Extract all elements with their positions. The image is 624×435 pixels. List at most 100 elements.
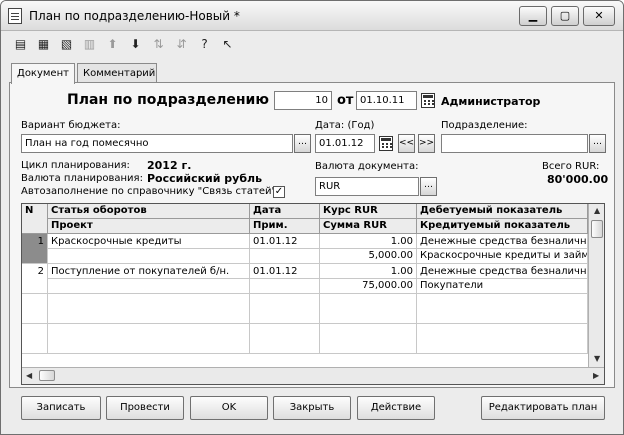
close-window-button[interactable]: ✕	[583, 6, 615, 26]
doc-number-field[interactable]: 10	[274, 91, 332, 110]
budget-label: Вариант бюджета:	[21, 120, 121, 131]
empty-row-cell	[22, 294, 48, 324]
row-2-credit[interactable]: Покупатели	[417, 279, 588, 294]
minimize-button[interactable]: ▁	[519, 6, 547, 26]
scroll-left-icon[interactable]: ◀	[26, 371, 32, 380]
date-year-label: Дата: (Год)	[315, 120, 375, 131]
sort-asc-icon[interactable]: ⇅	[149, 34, 168, 54]
department-select-button[interactable]: …	[589, 134, 606, 153]
edit-row-icon[interactable]: ▥	[80, 34, 99, 54]
document-window: План по подразделению-Новый * ▁ ▢ ✕ ▤ ▦ …	[0, 0, 624, 435]
doc-title-label: План по подразделению №	[67, 92, 291, 108]
doc-currency-field[interactable]: RUR	[315, 177, 419, 196]
close-button[interactable]: Закрыть	[273, 396, 351, 420]
vertical-scrollbar[interactable]: ▲ ▼	[588, 204, 604, 367]
maximize-button[interactable]: ▢	[551, 6, 579, 26]
tab-comment[interactable]: Комментарий	[77, 63, 157, 83]
doc-date-field[interactable]: 01.10.11	[356, 91, 417, 110]
vertical-scroll-thumb[interactable]	[591, 220, 603, 238]
empty-row-cell	[250, 324, 320, 354]
ok-button[interactable]: OK	[190, 396, 268, 420]
horizontal-scroll-thumb[interactable]	[39, 370, 55, 381]
action-button[interactable]: Действие	[357, 396, 435, 420]
scroll-right-icon[interactable]: ▶	[593, 371, 599, 380]
row-1-sum[interactable]: 5,000.00	[320, 249, 417, 264]
department-label: Подразделение:	[441, 120, 528, 131]
col-header-debit[interactable]: Дебетуемый показатель	[417, 204, 588, 219]
date-year-field[interactable]: 01.01.12	[315, 134, 375, 153]
row-1-article[interactable]: Краскосрочные кредиты	[48, 234, 250, 249]
move-down-icon[interactable]: ⬇	[126, 34, 145, 54]
col-header-date[interactable]: Дата	[250, 204, 320, 219]
document-icon	[8, 8, 22, 24]
empty-row-cell	[417, 294, 588, 324]
prev-year-button[interactable]: <<	[398, 134, 415, 153]
col-header-note[interactable]: Прим.	[250, 219, 320, 234]
autofill-label: Автозаполнение по справочнику "Связь ста…	[21, 186, 280, 197]
autofill-checkbox[interactable]: ✓	[273, 186, 285, 198]
user-label: Администратор	[441, 95, 541, 108]
plan-table[interactable]: N Статья оборотов Дата Курс RUR Дебетуем…	[21, 203, 605, 385]
ellipsis-icon: …	[298, 137, 307, 147]
save-button[interactable]: Записать	[21, 396, 101, 420]
empty-row-cell	[320, 324, 417, 354]
row-1-date[interactable]: 01.01.12	[250, 234, 320, 249]
currency-label: Валюта планирования:	[21, 173, 143, 184]
close-icon: ✕	[594, 9, 604, 22]
row-1-project[interactable]	[48, 249, 250, 264]
new-row-icon[interactable]: ▤	[11, 34, 30, 54]
department-field[interactable]	[441, 134, 588, 153]
row-1-number[interactable]: 1	[22, 234, 48, 264]
scroll-down-icon[interactable]: ▼	[594, 354, 600, 363]
calendar-icon[interactable]	[421, 93, 435, 108]
row-1-rate[interactable]: 1.00	[320, 234, 417, 249]
row-2-date[interactable]: 01.01.12	[250, 264, 320, 279]
post-button[interactable]: Провести	[106, 396, 184, 420]
row-2-project[interactable]	[48, 279, 250, 294]
cycle-label: Цикл планирования:	[21, 160, 130, 171]
tab-document[interactable]: Документ	[11, 63, 75, 84]
total-value: 80'000.00	[547, 173, 609, 186]
row-1-note[interactable]	[250, 249, 320, 264]
move-up-icon[interactable]: ⬆	[103, 34, 122, 54]
window-title: План по подразделению-Новый *	[29, 9, 240, 23]
delete-row-icon[interactable]: ▧	[57, 34, 76, 54]
next-year-button[interactable]: >>	[418, 134, 435, 153]
scroll-up-icon[interactable]: ▲	[594, 206, 600, 215]
col-header-n[interactable]: N	[22, 204, 48, 234]
edit-plan-button[interactable]: Редактировать план	[481, 396, 605, 420]
ellipsis-icon: …	[424, 180, 433, 190]
doc-currency-select-button[interactable]: …	[420, 177, 437, 196]
ellipsis-icon: …	[593, 137, 602, 147]
col-header-credit[interactable]: Кредитуемый показатель	[417, 219, 588, 234]
copy-row-icon[interactable]: ▦	[34, 34, 53, 54]
doc-currency-label: Валюта документа:	[315, 161, 419, 172]
horizontal-scrollbar[interactable]: ◀ ▶	[22, 367, 604, 384]
col-header-project[interactable]: Проект	[48, 219, 250, 234]
help-icon[interactable]: ?	[195, 34, 214, 54]
col-header-sum[interactable]: Сумма RUR	[320, 219, 417, 234]
empty-row-cell	[320, 294, 417, 324]
empty-row-cell	[417, 324, 588, 354]
row-2-sum[interactable]: 75,000.00	[320, 279, 417, 294]
sort-desc-icon[interactable]: ⇵	[172, 34, 191, 54]
row-2-note[interactable]	[250, 279, 320, 294]
from-label: от	[337, 93, 354, 108]
title-bar: План по подразделению-Новый * ▁ ▢ ✕	[1, 1, 623, 31]
total-label: Всего RUR:	[542, 161, 600, 172]
col-header-rate[interactable]: Курс RUR	[320, 204, 417, 219]
empty-row-cell	[48, 324, 250, 354]
row-2-debit[interactable]: Денежные средства безналичн	[417, 264, 588, 279]
budget-field[interactable]: План на год помесячно	[21, 134, 293, 153]
row-2-article[interactable]: Поступление от покупателей б/н.	[48, 264, 250, 279]
row-1-credit[interactable]: Краскосрочные кредиты и займ	[417, 249, 588, 264]
row-2-rate[interactable]: 1.00	[320, 264, 417, 279]
budget-select-button[interactable]: …	[294, 134, 311, 153]
calendar-icon[interactable]	[379, 136, 393, 151]
whats-this-icon[interactable]: ↖	[218, 34, 237, 54]
empty-row-cell	[22, 324, 48, 354]
row-1-debit[interactable]: Денежные средства безналичн	[417, 234, 588, 249]
row-2-number[interactable]: 2	[22, 264, 48, 294]
currency-value: Российский рубль	[147, 172, 263, 185]
col-header-article[interactable]: Статья оборотов	[48, 204, 250, 219]
